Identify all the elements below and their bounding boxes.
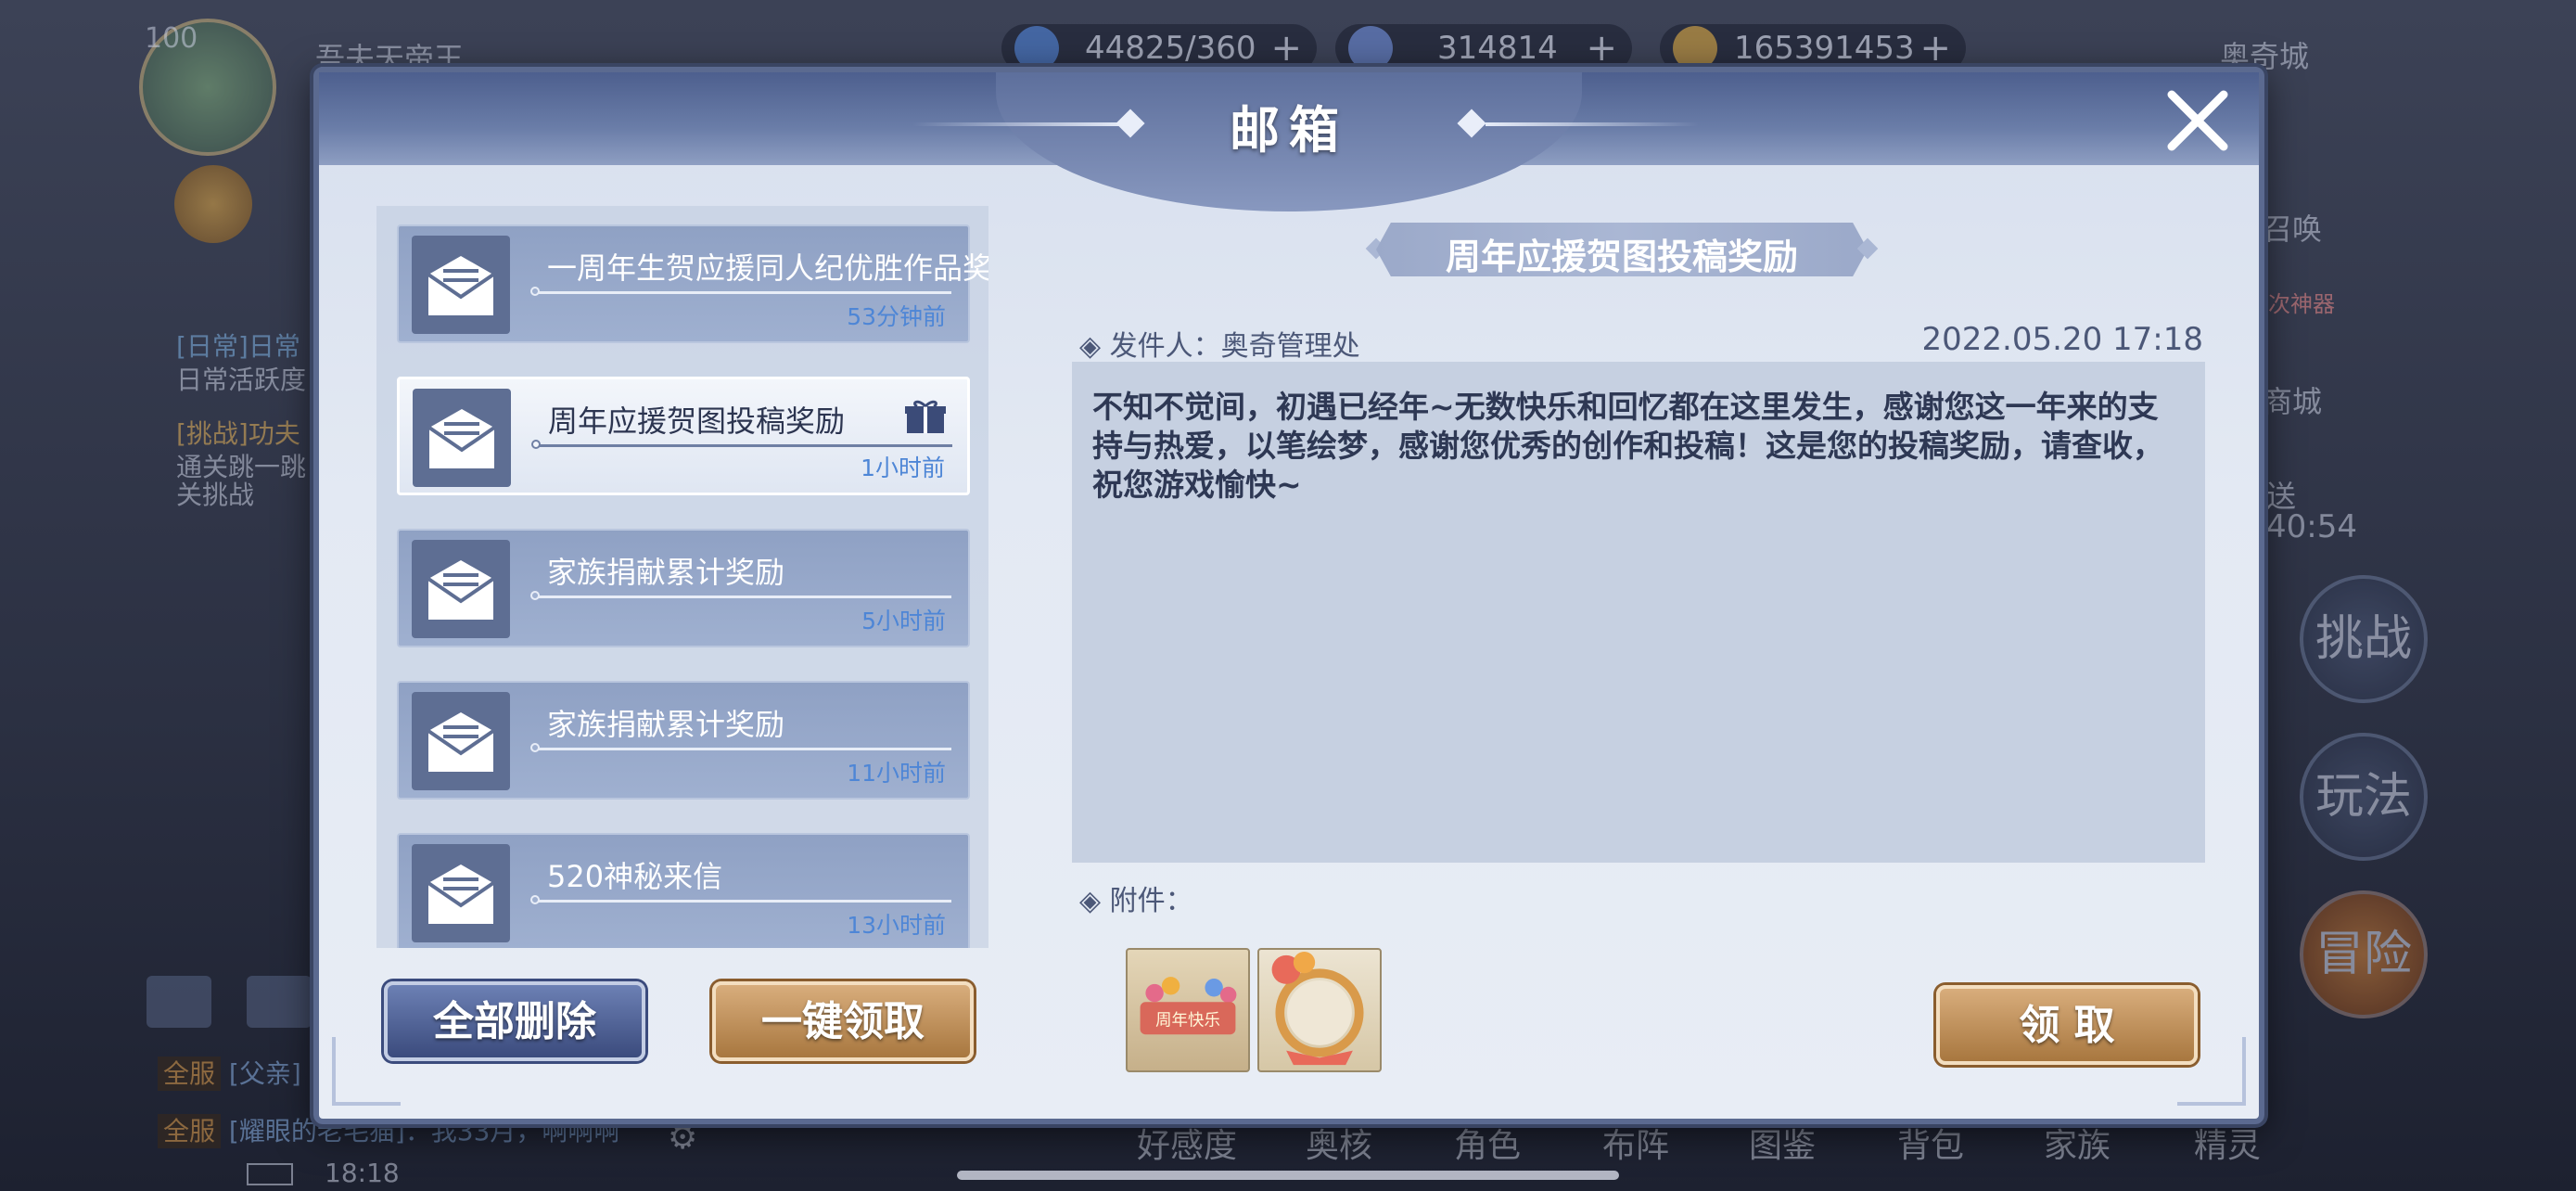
mail-subject: 周年应援贺图投稿奖励 — [1445, 237, 1798, 277]
tab-codex[interactable]: 图鉴 — [1749, 1119, 1816, 1167]
mail-divider-dot — [531, 440, 541, 449]
envelope-icon — [412, 236, 510, 334]
settings-gear-icon[interactable]: ⚙ — [668, 1119, 697, 1157]
envelope-icon — [412, 540, 510, 638]
mail-divider — [536, 291, 951, 294]
add-icon[interactable]: + — [1919, 24, 1951, 72]
delete-all-button[interactable]: 全部删除 — [384, 981, 645, 1061]
attachment-anniversary-banner[interactable]: 周年快乐 — [1126, 948, 1250, 1072]
event-timer: 40:54 — [2266, 508, 2357, 545]
task-desc-challenge-2: 关挑战 — [176, 480, 255, 510]
resource-value: 44825/360 — [1085, 30, 1256, 67]
challenge-button[interactable]: 挑战 — [2300, 575, 2428, 703]
tab-spirit[interactable]: 精灵 — [2194, 1119, 2261, 1167]
mail-item[interactable]: 520神秘来信 13小时前 — [397, 833, 970, 948]
attachments-label: ◈ 附件： — [1079, 885, 1193, 917]
mail-item[interactable]: 家族捐献累计奖励 11小时前 — [397, 681, 970, 800]
mail-divider-dot — [530, 743, 540, 752]
task-desc-daily: 日常活跃度 — [176, 365, 307, 395]
mailbox-dialog: 邮箱 一周年生贺应援同人纪优胜作品奖 53分钟前 周年应援贺图投稿奖励 1小时前… — [313, 67, 2264, 1124]
clock: 18:18 — [325, 1158, 400, 1188]
resource-gold[interactable]: 165391453 + — [1660, 24, 1966, 72]
mail-divider — [536, 596, 951, 598]
mail-body-box[interactable]: 不知不觉间，初遇已经年~无数快乐和回忆都在这里发生，感谢您这一年来的支持与热爱，… — [1072, 362, 2205, 863]
gameplay-button[interactable]: 玩法 — [2300, 733, 2428, 861]
chat-line-1: 全服 [父亲] — [158, 1054, 301, 1091]
diamond-icon — [1348, 26, 1393, 70]
bell-icon[interactable] — [174, 165, 252, 243]
claim-button[interactable]: 领 取 — [1936, 985, 2198, 1065]
mail-item[interactable]: 家族捐献累计奖励 5小时前 — [397, 529, 970, 647]
friends-shortcut-icon[interactable] — [247, 976, 312, 1028]
envelope-icon — [412, 692, 510, 790]
attachment-banner-text: 周年快乐 — [1155, 1011, 1220, 1030]
mail-divider — [536, 748, 951, 750]
mail-time: 53分钟前 — [847, 303, 946, 330]
battery-icon — [247, 1163, 293, 1185]
mail-divider — [536, 900, 951, 903]
resource-diamond[interactable]: 314814 + — [1335, 24, 1632, 72]
resource-value: 314814 — [1437, 30, 1558, 67]
resource-value: 165391453 — [1734, 30, 1915, 67]
sender-label: ◈ 发件人：奥奇管理处 — [1079, 330, 1360, 363]
resource-stamina[interactable]: 44825/360 + — [1001, 24, 1317, 72]
mail-divider — [537, 444, 952, 447]
close-icon — [2167, 90, 2228, 151]
avatar-frame-icon — [1271, 951, 1364, 1066]
close-button[interactable] — [2161, 83, 2235, 158]
mail-shortcut-icon[interactable] — [147, 976, 211, 1028]
anniversary-banner-icon: 周年快乐 — [1140, 977, 1237, 1035]
tab-formation[interactable]: 布阵 — [1602, 1119, 1669, 1167]
home-indicator — [957, 1171, 1619, 1180]
gift-icon — [905, 400, 946, 433]
mail-item-selected[interactable]: 周年应援贺图投稿奖励 1小时前 — [397, 377, 970, 495]
player-level: 100 — [145, 22, 198, 55]
tab-core[interactable]: 奥核 — [1306, 1119, 1372, 1167]
mail-divider-dot — [530, 287, 540, 296]
mail-title: 家族捐献累计奖励 — [547, 555, 785, 590]
mail-title: 家族捐献累计奖励 — [547, 707, 785, 742]
mail-divider-dot — [530, 895, 540, 904]
side-label-shop[interactable]: 商城 — [2263, 378, 2322, 421]
gold-coin-icon — [1673, 26, 1717, 70]
task-tag-daily: [日常]日常 — [176, 331, 300, 362]
mail-list[interactable]: 一周年生贺应援同人纪优胜作品奖 53分钟前 周年应援贺图投稿奖励 1小时前 家族… — [376, 206, 988, 948]
mail-time: 1小时前 — [861, 455, 945, 481]
mail-title: 一周年生贺应援同人纪优胜作品奖 — [547, 250, 988, 286]
adventure-button[interactable]: 冒险 — [2300, 890, 2428, 1018]
mail-title: 周年应援贺图投稿奖励 — [548, 403, 846, 439]
envelope-icon — [412, 844, 510, 942]
stamina-icon — [1014, 26, 1059, 70]
mail-body: 不知不觉间，初遇已经年~无数快乐和回忆都在这里发生，感谢您这一年来的支持与热爱，… — [1092, 389, 2163, 503]
mail-time: 13小时前 — [847, 912, 946, 939]
claim-all-button[interactable]: 一键领取 — [712, 981, 974, 1061]
subject-banner: 周年应援贺图投稿奖励 — [1376, 223, 1868, 276]
mail-divider-dot — [530, 591, 540, 600]
tab-bag[interactable]: 背包 — [1897, 1119, 1964, 1167]
add-icon[interactable]: + — [1586, 24, 1617, 72]
tab-family[interactable]: 家族 — [2044, 1119, 2111, 1167]
side-badge: 次神器 — [2268, 291, 2335, 317]
envelope-icon — [413, 389, 511, 487]
mail-date: 2022.05.20 17:18 — [1921, 321, 2203, 358]
tab-affinity[interactable]: 好感度 — [1137, 1119, 1237, 1167]
task-tag-challenge: [挑战]功夫 — [176, 418, 300, 449]
side-label-summon[interactable]: 召唤 — [2263, 206, 2322, 249]
dialog-title: 邮箱 — [1230, 100, 1348, 160]
tab-character[interactable]: 角色 — [1454, 1119, 1521, 1167]
mail-time: 5小时前 — [861, 608, 946, 634]
attachment-avatar-frame[interactable] — [1257, 948, 1382, 1072]
mail-item[interactable]: 一周年生贺应援同人纪优胜作品奖 53分钟前 — [397, 224, 988, 343]
mail-time: 11小时前 — [847, 760, 946, 787]
add-icon[interactable]: + — [1270, 24, 1302, 72]
mail-title: 520神秘来信 — [547, 859, 723, 894]
